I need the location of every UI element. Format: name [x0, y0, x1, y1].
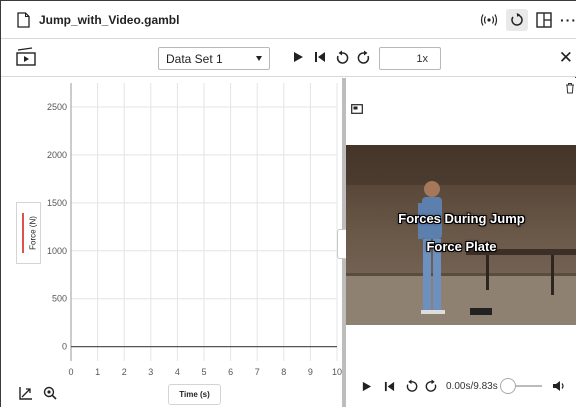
close-icon[interactable]: ✕	[559, 48, 573, 68]
x-tick-label: 5	[201, 367, 206, 377]
x-tick-label: 0	[68, 367, 73, 377]
title-bar: Jump_with_Video.gambl ···	[1, 1, 576, 39]
y-tick-label: 2000	[47, 150, 67, 160]
y-axis-label: Force (N)	[28, 216, 38, 250]
y-tick-label: 1500	[47, 198, 67, 208]
play-icon[interactable]	[354, 381, 378, 392]
autoscale-icon[interactable]	[19, 386, 33, 405]
rewind-icon[interactable]	[335, 49, 349, 65]
graph-tools	[19, 386, 57, 405]
speed-input[interactable]: 1x	[379, 47, 441, 70]
y-tick-label: 500	[52, 294, 67, 304]
video-title-line-2: Force Plate	[426, 239, 497, 254]
x-tick-label: 3	[148, 367, 153, 377]
media-player-icon[interactable]	[15, 47, 37, 72]
x-tick-label: 8	[281, 367, 286, 377]
dataset-select-value: Data Set 1	[166, 52, 223, 66]
reload-icon[interactable]	[506, 9, 528, 31]
y-tick-label: 0	[62, 342, 67, 352]
x-tick-label: 6	[228, 367, 233, 377]
app-window: Jump_with_Video.gambl ··· Data Set 1 1x …	[0, 0, 576, 407]
x-tick-label: 4	[175, 367, 180, 377]
toolbar: Data Set 1 1x ✕	[1, 39, 576, 77]
playback-controls	[291, 49, 371, 65]
layout-icon[interactable]	[536, 12, 552, 28]
x-axis-label-button[interactable]: Time (s)	[168, 384, 221, 405]
y-axis-label-button[interactable]: Force (N)	[16, 202, 41, 264]
series-color-swatch	[22, 213, 24, 253]
rewind-icon[interactable]	[400, 379, 422, 393]
play-icon[interactable]	[291, 49, 305, 65]
skip-back-icon[interactable]	[378, 381, 400, 392]
video-scrubber-thumb[interactable]	[499, 378, 516, 394]
forward-icon[interactable]	[357, 49, 371, 65]
skip-back-icon[interactable]	[313, 49, 327, 65]
dataset-select[interactable]: Data Set 1	[158, 47, 270, 70]
graph-pane: 0 500 1000 1500 2000 2500 0 1 2 3 4 5 6 7 8 9 10 Force (…	[1, 78, 342, 407]
video-frame[interactable]: Forces During Jump Force Plate	[346, 145, 576, 325]
video-time: 0.00s/9.83s	[446, 380, 498, 392]
video-pane: Forces During Jump Force Plate 0.00s/9.8…	[346, 78, 576, 407]
video-scrubber[interactable]	[499, 378, 542, 394]
force-time-chart[interactable]: 0 500 1000 1500 2000 2500 0 1 2 3 4 5 6 7 8 9 10	[1, 78, 342, 407]
trash-icon[interactable]	[565, 81, 575, 99]
title-bar-actions: ···	[480, 9, 576, 31]
x-tick-label: 9	[308, 367, 313, 377]
chevron-down-icon	[256, 56, 262, 61]
y-tick-label: 2500	[47, 102, 67, 112]
x-tick-label: 2	[122, 367, 127, 377]
x-tick-label: 7	[255, 367, 260, 377]
video-title-line-1: Forces During Jump	[398, 211, 525, 226]
volume-icon[interactable]	[552, 380, 566, 392]
picture-in-picture-icon[interactable]	[351, 101, 363, 119]
broadcast-icon[interactable]	[480, 13, 498, 27]
y-tick-label: 1000	[47, 246, 67, 256]
video-controls: 0.00s/9.83s	[346, 374, 576, 398]
file-icon	[17, 12, 30, 33]
zoom-icon[interactable]	[43, 386, 57, 405]
more-icon[interactable]: ···	[560, 12, 576, 28]
x-tick-label: 10	[332, 367, 342, 377]
document-title: Jump_with_Video.gambl	[39, 13, 180, 27]
forward-icon[interactable]	[422, 379, 440, 393]
video-still	[346, 145, 576, 325]
x-tick-label: 1	[95, 367, 100, 377]
